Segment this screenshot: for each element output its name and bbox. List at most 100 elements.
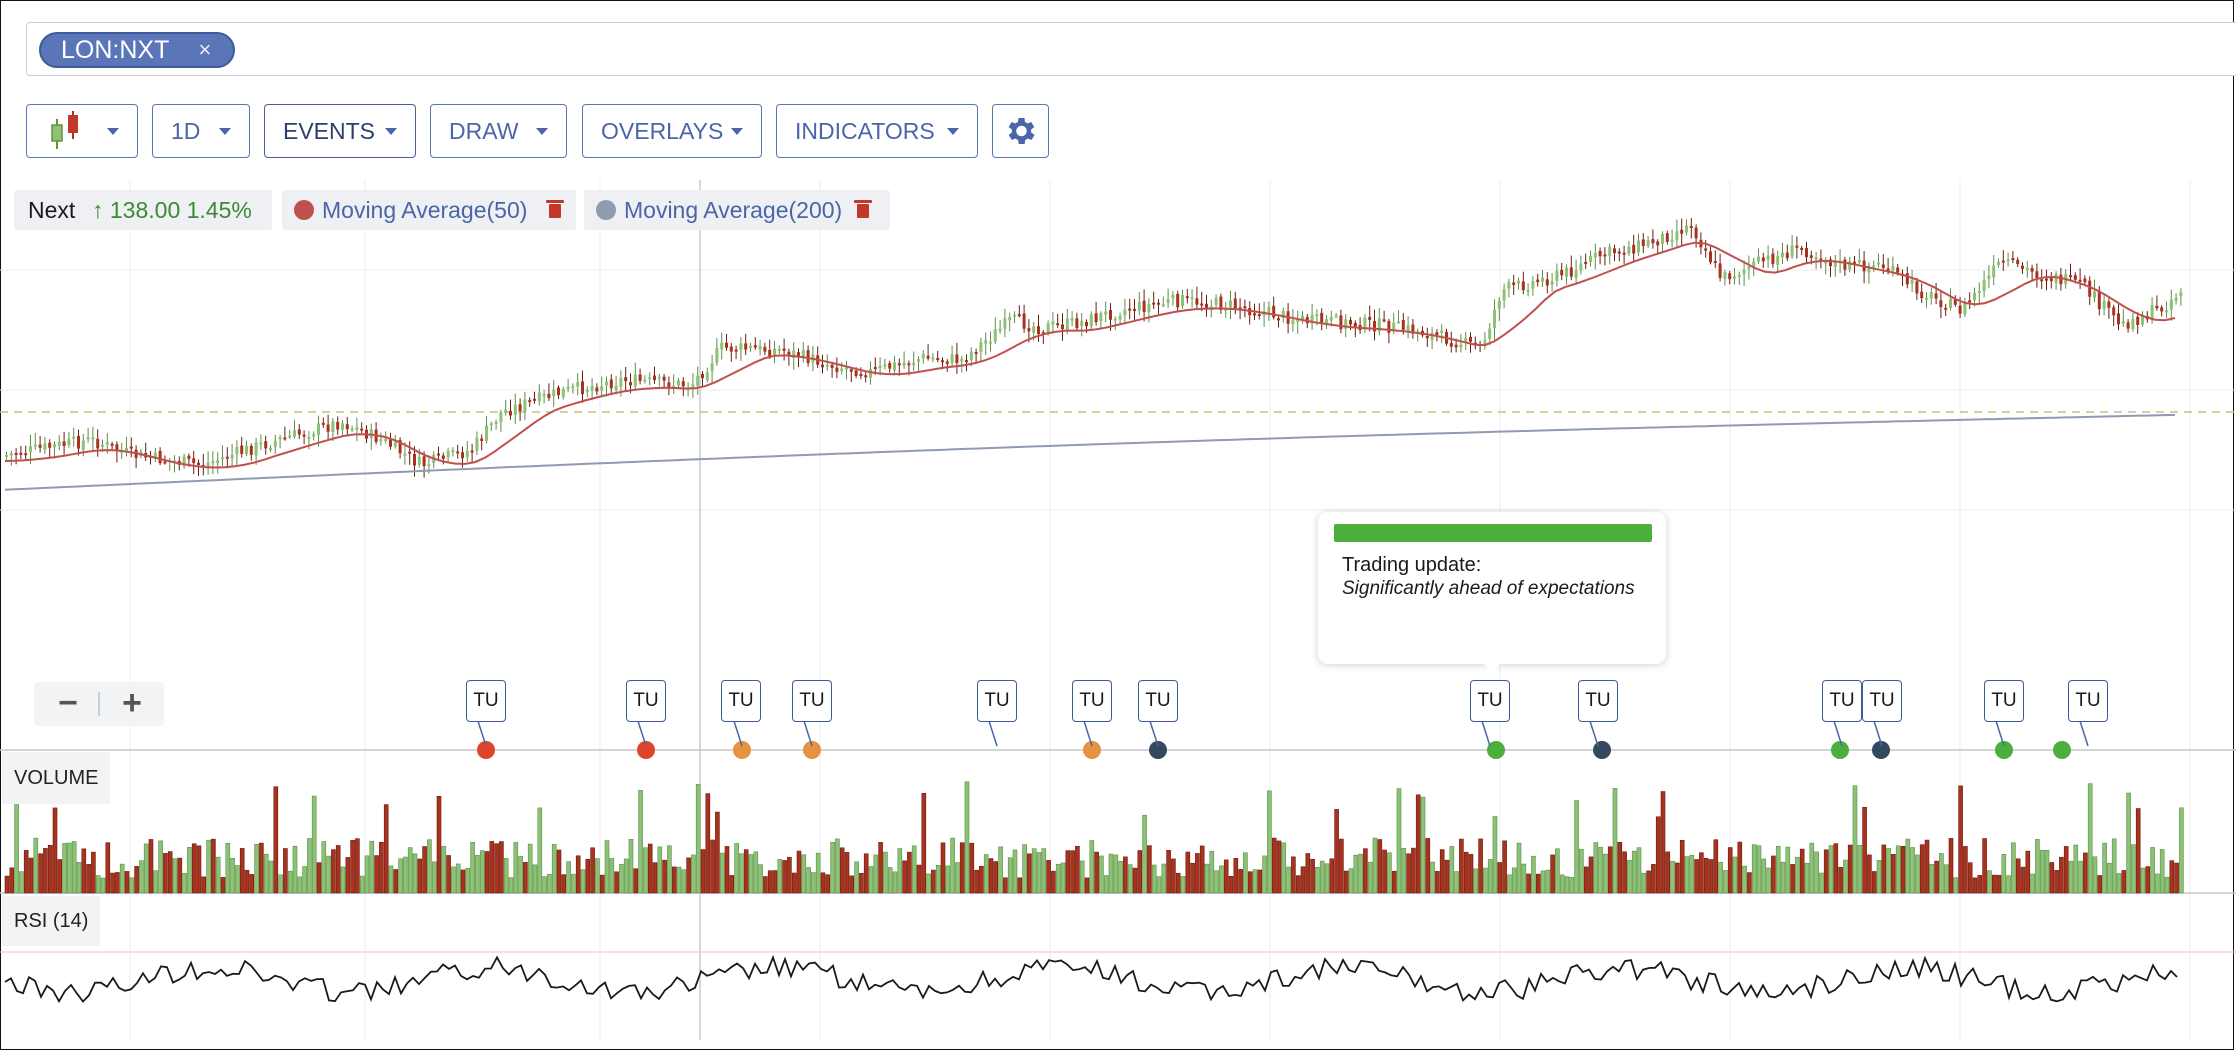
event-tag[interactable]: TU [1862,680,1902,722]
volume-bar [1171,858,1176,894]
candle-body [1022,313,1026,329]
volume-bar [38,853,43,894]
close-icon[interactable]: × [199,34,212,66]
volume-bar [340,866,346,894]
settings-button[interactable] [992,104,1049,158]
event-tag[interactable]: TU [792,680,832,722]
volume-bar [105,842,111,894]
event-tag[interactable]: TU [977,680,1017,722]
candle-body [974,352,978,355]
event-tag[interactable]: TU [721,680,761,722]
volume-bar [1281,842,1287,894]
candle-body [653,375,656,381]
candle-body [989,341,992,344]
volume-bar [1593,842,1599,894]
ma200-line [4,413,2176,491]
candle-body [288,435,292,438]
volume-bar [1555,848,1560,894]
overlays-button[interactable]: OVERLAYS [582,104,762,158]
indicators-button[interactable]: INDICATORS [776,104,978,158]
volume-bar [787,856,792,894]
candle-body [1469,336,1472,342]
volume-bar [187,847,192,894]
candle-body [537,392,541,402]
event-tag[interactable]: TU [1822,680,1862,722]
volume-bar [2169,860,2175,894]
candle-body [48,442,52,448]
zoom-out-button[interactable]: − [40,682,96,726]
event-tag[interactable]: TU [1984,680,2024,722]
candle-body [1661,233,1664,244]
volume-bar [1598,846,1603,894]
interval-button[interactable]: 1D [152,104,250,158]
volume-bar [1123,856,1128,894]
event-tag[interactable]: TU [626,680,666,722]
candle-body [345,424,349,430]
volume-bar [916,864,922,894]
candle-body [854,370,858,376]
events-button[interactable]: EVENTS [264,104,416,158]
event-tag[interactable]: TU [1470,680,1510,722]
event-tag[interactable]: TU [1138,680,1178,722]
volume-bar [67,842,72,894]
candle-body [1200,303,1204,306]
draw-button[interactable]: DRAW [430,104,567,158]
volume-bar [2035,839,2040,894]
candle-body [1733,276,1736,279]
volume-bar [2111,838,2117,894]
chart-type-button[interactable] [26,104,138,158]
volume-bar [2135,808,2141,894]
volume-bar [302,866,307,894]
volume-bar [393,869,399,894]
event-tag[interactable]: TU [1072,680,1112,722]
volume-bar [95,875,101,894]
volume-bar [1943,864,1949,894]
candle-body [600,386,604,391]
volume-bar [950,837,955,894]
symbol-chip[interactable]: LON:NXT × [39,32,236,68]
volume-bar [2083,852,2088,894]
candle-body [590,385,594,391]
event-tag[interactable]: TU [466,680,506,722]
candle-body [187,455,191,459]
candle-body [403,453,407,456]
candle-body [571,386,575,389]
candle-body [1152,302,1156,305]
volume-bar [1871,871,1877,894]
volume-bar [1967,862,1973,894]
candle-body [1099,313,1103,321]
candle-body [758,345,762,350]
symbol-search-bar[interactable]: LON:NXT × [26,22,2236,76]
volume-bar [259,842,264,894]
trash-icon[interactable] [854,200,872,218]
volume-bar [1857,845,1863,894]
candle-body [1973,292,1976,301]
volume-bar [753,851,759,894]
volume-bar [1295,875,1301,894]
volume-bar [508,877,514,894]
candle-body [1651,239,1655,244]
volume-bar [287,870,293,894]
candle-body [1032,326,1036,333]
candle-body [1814,257,1818,260]
candle-body [2112,307,2116,316]
candle-body [825,364,829,367]
price-chart[interactable] [0,180,2236,1050]
volume-bar [1439,849,1445,894]
volume-bar [1319,860,1325,894]
candle-body [355,427,359,431]
event-tag[interactable]: TU [1578,680,1618,722]
trash-icon[interactable] [546,200,564,218]
candle-body [1757,256,1760,262]
candle-body [1877,262,1880,265]
volume-bar [830,842,835,894]
candle-body [1569,267,1573,277]
event-tag[interactable]: TU [2068,680,2108,722]
candle-body [197,462,200,465]
volume-bar [1617,841,1623,894]
zoom-in-button[interactable]: + [104,682,160,726]
candle-body [321,422,325,425]
volume-bar [1823,849,1829,894]
candle-body [1401,320,1405,330]
volume-bar [1252,869,1258,894]
